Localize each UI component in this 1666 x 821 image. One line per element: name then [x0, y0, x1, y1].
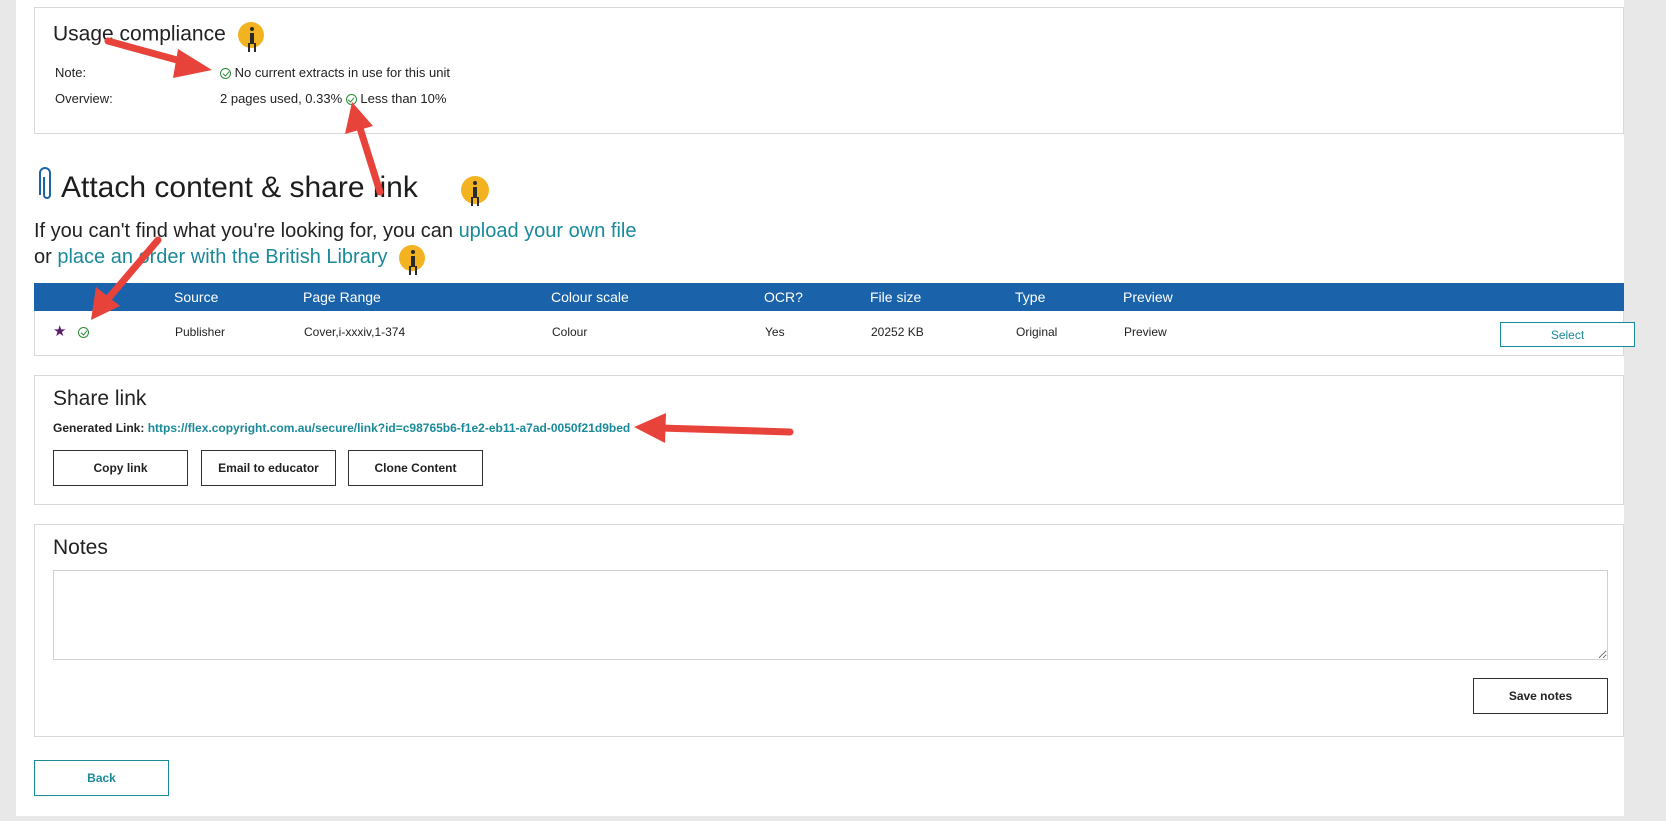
cell-ocr: Yes	[765, 325, 785, 339]
cell-type: Original	[1016, 325, 1058, 339]
save-notes-button[interactable]: Save notes	[1473, 678, 1608, 714]
column-header-source: Source	[174, 289, 219, 305]
copy-link-button[interactable]: Copy link	[53, 450, 188, 486]
cell-file-size: 20252 KB	[871, 325, 924, 339]
check-circle-icon	[345, 94, 357, 106]
notes-textarea[interactable]	[53, 570, 1608, 660]
notes-panel: Notes Save notes	[34, 524, 1624, 737]
column-header-page-range: Page Range	[303, 289, 381, 305]
cell-source: Publisher	[175, 325, 226, 339]
info-icon[interactable]	[237, 22, 264, 48]
cell-colour-scale: Colour	[552, 325, 588, 339]
note-value: No current extracts in use for this unit	[220, 65, 450, 80]
email-educator-button[interactable]: Email to educator	[201, 450, 336, 486]
attach-line2-text: or	[34, 246, 58, 268]
notes-title: Notes	[53, 536, 108, 559]
generated-link-label: Generated Link:	[53, 421, 145, 435]
usage-compliance-panel: Usage compliance Note: No current extrac…	[34, 7, 1624, 134]
column-header-type: Type	[1015, 289, 1046, 305]
preview-link[interactable]: Preview	[1124, 325, 1167, 339]
usage-compliance-heading: Usage compliance	[53, 22, 226, 46]
british-library-order-link[interactable]: place an order with the British Library	[57, 246, 387, 268]
overview-label: Overview:	[55, 91, 113, 106]
column-header-ocr: OCR?	[764, 289, 803, 305]
attach-line1-text: If you can't find what you're looking fo…	[34, 220, 459, 242]
note-text: No current extracts in use for this unit	[234, 65, 450, 80]
content-table-header: Source Page Range Colour scale OCR? File…	[34, 283, 1624, 311]
page: Usage compliance Note: No current extrac…	[16, 0, 1635, 816]
check-circle-icon	[78, 327, 89, 338]
paperclip-icon	[39, 167, 51, 199]
usage-compliance-title: Usage compliance	[53, 22, 264, 48]
select-button[interactable]: Select	[1500, 322, 1635, 347]
info-icon[interactable]	[399, 244, 426, 271]
attach-help-text: If you can't find what you're looking fo…	[34, 218, 636, 271]
share-link-panel: Share link Generated Link: https://flex.…	[34, 375, 1624, 505]
info-icon[interactable]	[461, 176, 489, 204]
note-label: Note:	[55, 65, 87, 80]
cell-page-range: Cover,i-xxxiv,1-374	[304, 325, 406, 339]
check-circle-icon	[220, 68, 231, 80]
column-header-file-size: File size	[870, 289, 922, 305]
generated-link-row: Generated Link: https://flex.copyright.c…	[53, 421, 630, 435]
upload-own-file-link[interactable]: upload your own file	[459, 220, 637, 242]
column-header-preview: Preview	[1123, 289, 1173, 305]
table-row: ★ Publisher Cover,i-xxxiv,1-374 Colour Y…	[34, 311, 1635, 356]
clone-content-button[interactable]: Clone Content	[348, 450, 483, 486]
overview-text: 2 pages used, 0.33%	[220, 91, 343, 106]
share-link-title: Share link	[53, 387, 147, 410]
column-header-colour-scale: Colour scale	[551, 289, 629, 305]
attach-title: Attach content & share link	[61, 171, 418, 204]
generated-link-url[interactable]: https://flex.copyright.com.au/secure/lin…	[148, 421, 631, 435]
back-button[interactable]: Back	[34, 760, 169, 796]
overview-value: 2 pages used, 0.33% Less than 10%	[220, 91, 446, 106]
star-icon: ★	[53, 323, 67, 340]
overview-status: Less than 10%	[360, 91, 447, 106]
